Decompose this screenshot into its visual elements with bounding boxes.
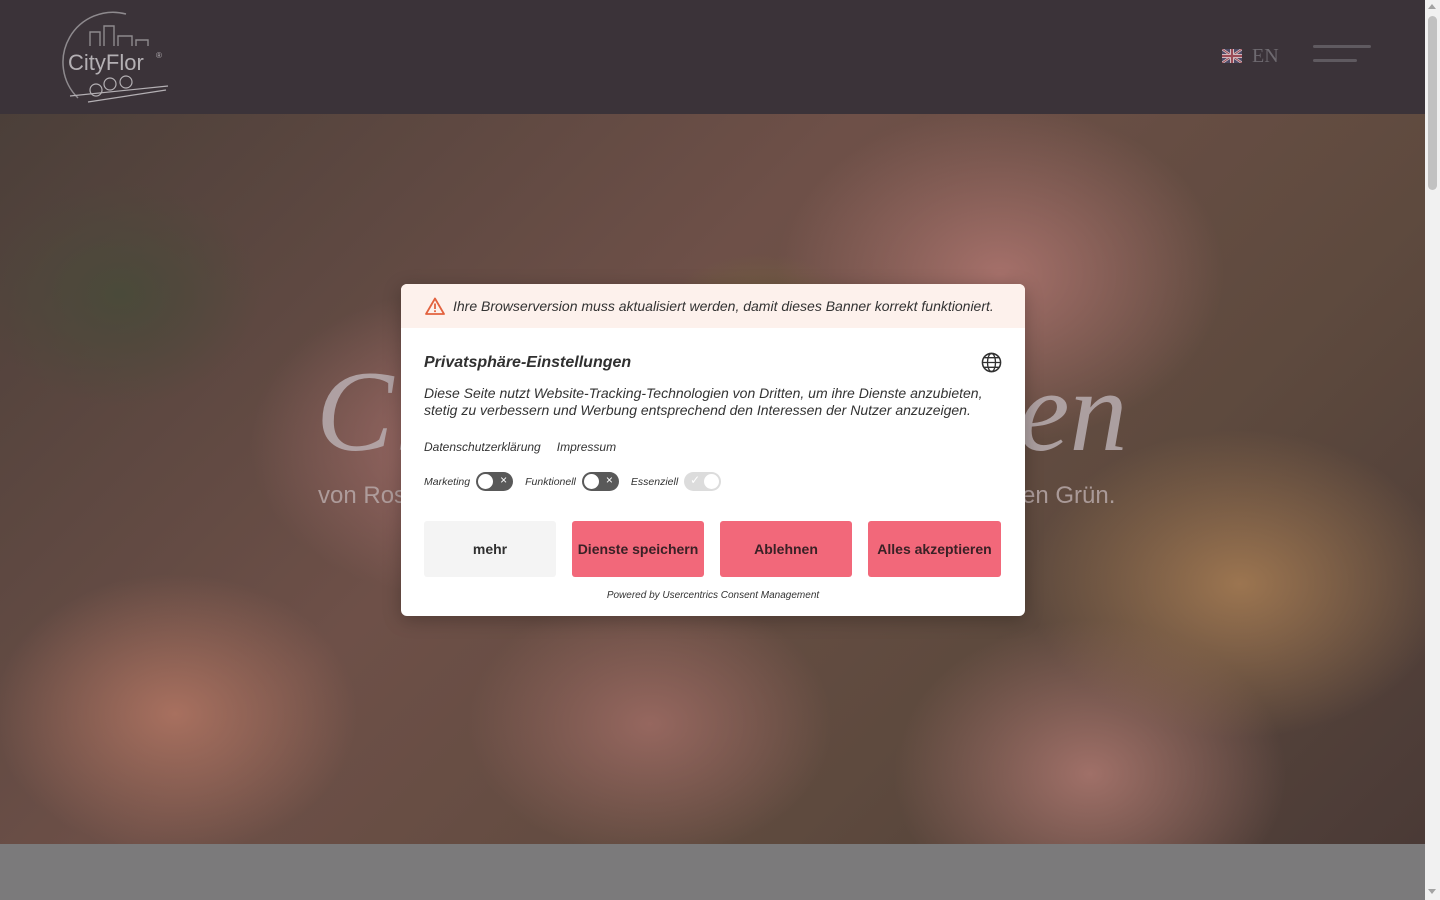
consent-description: Diese Seite nutzt Website-Tracking-Techn… (424, 385, 983, 418)
page-scrollbar[interactable] (1425, 0, 1440, 900)
marketing-toggle-group: Marketing × (424, 472, 514, 491)
essential-label: Essenziell (630, 475, 679, 488)
warning-icon (425, 297, 445, 315)
decline-button[interactable]: Ablehnen (720, 521, 852, 577)
consent-categories: Marketing × Funktionell × Essenziell ✓ (424, 472, 733, 491)
functional-toggle-group: Funktionell × (525, 472, 619, 491)
hero-title-right: en (1018, 348, 1128, 476)
hero-subtitle-left: von Ros (318, 482, 407, 509)
consent-links: Datenschutzerklärung Impressum (424, 440, 616, 454)
globe-icon[interactable] (981, 352, 1002, 373)
privacy-policy-link[interactable]: Datenschutzerklärung (424, 440, 541, 454)
scroll-down-arrow-icon[interactable] (1428, 889, 1436, 894)
svg-text:CityFlor: CityFlor (68, 50, 144, 75)
language-label: EN (1252, 44, 1279, 67)
consent-dialog: Ihre Browserversion muss aktualisiert we… (401, 284, 1025, 616)
hamburger-menu-icon[interactable] (1313, 44, 1371, 64)
essential-toggle: ✓ (684, 472, 722, 491)
language-switch[interactable]: EN (1222, 44, 1279, 68)
functional-label: Funktionell (525, 475, 576, 488)
close-icon: × (605, 473, 613, 487)
check-icon: ✓ (690, 473, 701, 487)
close-icon: × (500, 473, 508, 487)
accept-all-button[interactable]: Alles akzeptieren (868, 521, 1001, 577)
functional-toggle[interactable]: × (581, 472, 619, 491)
scroll-thumb[interactable] (1428, 16, 1437, 190)
warning-text: Ihre Browserversion muss aktualisiert we… (453, 298, 994, 314)
cityflor-logo[interactable]: CityFlor ® (48, 10, 174, 106)
uk-flag-icon (1222, 49, 1242, 63)
consent-title: Privatsphäre-Einstellungen (424, 354, 632, 371)
content-section (0, 844, 1425, 900)
powered-by-text: Powered by Usercentrics Consent Manageme… (606, 590, 820, 601)
marketing-label: Marketing (424, 475, 471, 488)
browser-warning-banner: Ihre Browserversion muss aktualisiert we… (401, 284, 1025, 328)
save-services-button[interactable]: Dienste speichern (572, 521, 704, 577)
more-button[interactable]: mehr (424, 521, 556, 577)
marketing-toggle[interactable]: × (476, 472, 514, 491)
consent-buttons: mehr Dienste speichern Ablehnen Alles ak… (424, 521, 1001, 577)
scroll-up-arrow-icon[interactable] (1428, 4, 1436, 9)
imprint-link[interactable]: Impressum (557, 440, 616, 454)
svg-text:®: ® (156, 51, 162, 60)
essential-toggle-group: Essenziell ✓ (630, 472, 722, 491)
hero-subtitle-right: en Grün. (1022, 482, 1116, 509)
site-header: CityFlor ® EN (0, 0, 1425, 114)
